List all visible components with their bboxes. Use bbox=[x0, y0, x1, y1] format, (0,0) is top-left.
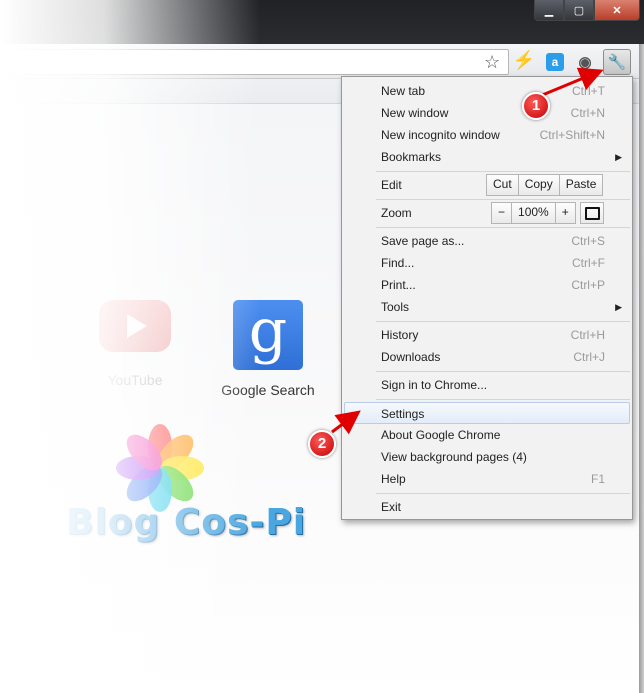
paste-button[interactable]: Paste bbox=[558, 175, 603, 195]
zoom-out-button[interactable]: − bbox=[492, 203, 511, 223]
menu-item-tools[interactable]: Tools ▶ bbox=[344, 296, 630, 318]
menu-item-new-tab[interactable]: New tab Ctrl+T bbox=[344, 80, 630, 102]
menu-item-print[interactable]: Print... Ctrl+P bbox=[344, 274, 630, 296]
menu-item-save-page[interactable]: Save page as... Ctrl+S bbox=[344, 230, 630, 252]
annotation-step-2: 2 bbox=[308, 430, 336, 458]
menu-separator bbox=[376, 493, 630, 494]
minimize-button[interactable]: ▁ bbox=[534, 0, 564, 21]
menu-item-settings[interactable]: Settings bbox=[344, 402, 630, 424]
minimize-icon: ▁ bbox=[544, 4, 554, 17]
omnibox[interactable] bbox=[0, 49, 509, 75]
submenu-arrow-icon: ▶ bbox=[615, 302, 622, 312]
fullscreen-button[interactable] bbox=[580, 202, 604, 224]
menu-separator bbox=[376, 171, 630, 172]
a-icon[interactable]: a bbox=[546, 53, 564, 71]
menu-item-sign-in[interactable]: Sign in to Chrome... bbox=[344, 374, 630, 396]
annotation-step-1: 1 bbox=[522, 92, 550, 120]
google-search-icon: g bbox=[233, 300, 303, 370]
menu-item-about[interactable]: About Google Chrome bbox=[344, 424, 630, 446]
menu-separator bbox=[376, 199, 630, 200]
blog-logo-text: Blog Cos-Pi bbox=[66, 502, 307, 543]
menu-item-background-pages[interactable]: View background pages (4) bbox=[344, 446, 630, 468]
menu-item-edit: Edit Cut Copy Paste bbox=[344, 174, 630, 196]
wrench-menu-button[interactable]: 🔧 bbox=[603, 49, 631, 75]
zoom-button-group: − 100% + bbox=[491, 202, 576, 224]
zoom-level: 100% bbox=[511, 203, 555, 223]
menu-item-history[interactable]: History Ctrl+H bbox=[344, 324, 630, 346]
close-button[interactable]: ✕ bbox=[594, 0, 640, 21]
wrench-icon: 🔧 bbox=[607, 54, 627, 71]
flash-icon[interactable]: ⚡ bbox=[513, 50, 535, 70]
window-controls: ▁ ▢ ✕ bbox=[534, 0, 640, 21]
menu-item-find[interactable]: Find... Ctrl+F bbox=[344, 252, 630, 274]
eye-icon[interactable]: ◉ bbox=[576, 53, 594, 71]
menu-item-zoom: Zoom − 100% + bbox=[344, 202, 630, 224]
menu-separator bbox=[376, 399, 630, 400]
zoom-in-button[interactable]: + bbox=[554, 203, 575, 223]
menu-separator bbox=[376, 227, 630, 228]
copy-button[interactable]: Copy bbox=[517, 175, 559, 195]
app-tile-google-search[interactable]: g Google Search bbox=[220, 300, 316, 398]
close-icon: ✕ bbox=[612, 4, 622, 17]
chrome-wrench-menu: New tab Ctrl+T New window Ctrl+N New inc… bbox=[341, 76, 633, 520]
menu-item-help[interactable]: Help F1 bbox=[344, 468, 630, 490]
app-label: YouTube bbox=[107, 372, 163, 388]
app-label: Google Search bbox=[221, 382, 315, 398]
app-tile-youtube[interactable]: YouTube bbox=[90, 300, 180, 388]
submenu-arrow-icon: ▶ bbox=[615, 152, 622, 162]
fullscreen-icon bbox=[584, 206, 600, 220]
edit-button-group: Cut Copy Paste bbox=[486, 174, 604, 196]
blog-logo-flower-icon bbox=[100, 422, 220, 512]
maximize-button[interactable]: ▢ bbox=[564, 0, 594, 21]
menu-item-exit[interactable]: Exit bbox=[344, 496, 630, 518]
menu-item-new-window[interactable]: New window Ctrl+N bbox=[344, 102, 630, 124]
menu-item-new-incognito[interactable]: New incognito window Ctrl+Shift+N bbox=[344, 124, 630, 146]
menu-item-bookmarks[interactable]: Bookmarks ▶ bbox=[344, 146, 630, 168]
menu-item-downloads[interactable]: Downloads Ctrl+J bbox=[344, 346, 630, 368]
window-right-edge bbox=[639, 44, 644, 693]
browser-toolbar: ☆ ⚡ a ◉ 🔧 bbox=[0, 44, 640, 79]
cut-button[interactable]: Cut bbox=[487, 175, 518, 195]
menu-separator bbox=[376, 321, 630, 322]
maximize-icon: ▢ bbox=[573, 4, 585, 17]
menu-separator bbox=[376, 371, 630, 372]
star-icon[interactable]: ☆ bbox=[484, 52, 500, 73]
youtube-icon bbox=[99, 300, 171, 352]
